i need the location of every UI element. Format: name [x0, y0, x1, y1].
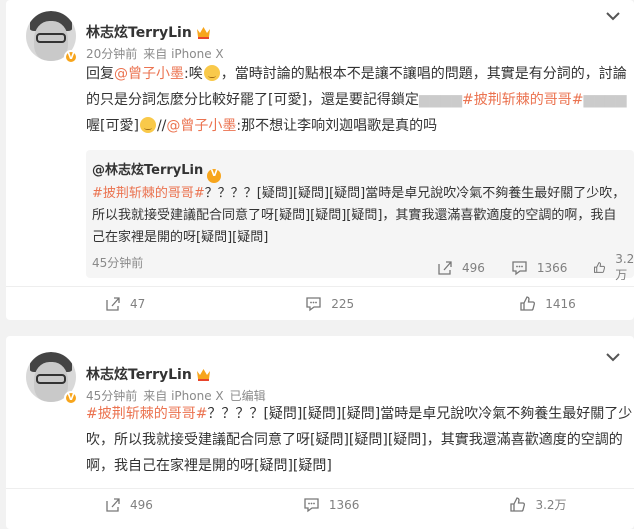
post-meta: 20分钟前 来自 iPhone X	[86, 45, 224, 62]
repost-button[interactable]: 496	[436, 259, 485, 276]
share-icon	[106, 498, 120, 512]
author-name[interactable]: 林志炫TerryLin	[86, 22, 211, 42]
crown-icon	[196, 369, 210, 381]
chevron-down-icon[interactable]	[606, 352, 620, 362]
thumbs-up-icon	[510, 497, 526, 512]
comment-button[interactable]: 225	[305, 295, 354, 312]
share-icon	[106, 297, 120, 311]
crown-icon	[196, 27, 210, 39]
repost-button[interactable]: 496	[104, 496, 153, 513]
post-text: 回复@曾子小墨:唉 ，當時討論的點根本不是讓不讓唱的問題，其實是有分詞的，討論的只…	[86, 65, 627, 134]
blush-emoji-icon	[139, 117, 156, 133]
reposted-content[interactable]: @林志炫TerryLin V #披荆斩棘的哥哥#？？？？[疑問][疑問][疑問]當…	[86, 150, 634, 282]
sweat-smile-emoji-icon	[203, 65, 220, 81]
repost-time[interactable]: 45分钟前	[92, 254, 143, 271]
post-source: 来自 iPhone X	[143, 47, 224, 61]
thumbs-up-icon	[520, 296, 536, 311]
verified-badge-icon: V	[64, 391, 78, 405]
chevron-down-icon[interactable]	[606, 11, 620, 21]
weibo-post-card: V 林志炫TerryLin 45分钟前 来自 iPhone X 已编辑 #披荆斩棘的…	[6, 336, 634, 529]
comment-button[interactable]: 1366	[303, 496, 359, 513]
author-name[interactable]: 林志炫TerryLin	[86, 364, 211, 384]
post-time[interactable]: 20分钟前	[86, 47, 137, 61]
like-button[interactable]: 3.2万	[593, 252, 634, 283]
topic-link[interactable]: #披荆斩棘的哥哥#	[462, 92, 583, 108]
post-text: #披荆斩棘的哥哥#？？？？[疑問][疑問][疑問]當時是卓兄說吹冷氣不夠養生最好…	[86, 406, 633, 474]
repost-author[interactable]: @林志炫TerryLin	[92, 163, 203, 178]
repost-button[interactable]: 47	[104, 295, 145, 312]
mention-link[interactable]: @曾子小墨	[114, 66, 184, 82]
verified-badge-icon: V	[207, 169, 222, 183]
repost-actions: 496 1366 3.2万	[436, 252, 634, 283]
like-button[interactable]: 1416	[519, 295, 576, 312]
comment-button[interactable]: 1366	[511, 259, 567, 276]
topic-link[interactable]: #披荆斩棘的哥哥#	[86, 406, 207, 422]
comment-icon	[512, 261, 527, 276]
post-actions: 496 1366 3.2万	[104, 496, 567, 513]
verified-badge-icon: V	[64, 50, 78, 64]
comment-icon	[304, 498, 319, 513]
like-button[interactable]: 3.2万	[509, 496, 567, 513]
mention-link[interactable]: @曾子小墨	[166, 118, 236, 134]
share-icon	[438, 261, 452, 275]
post-actions: 47 225 1416	[104, 295, 576, 312]
repost-text: @林志炫TerryLin V #披荆斩棘的哥哥#？？？？[疑問][疑問][疑問]當…	[92, 163, 626, 245]
thumbs-up-icon	[594, 262, 606, 273]
weibo-post-card: V 林志炫TerryLin 20分钟前 来自 iPhone X 回复@曾子小墨:唉…	[6, 0, 634, 320]
topic-link[interactable]: #披荆斩棘的哥哥#	[92, 186, 205, 201]
comment-icon	[306, 297, 321, 312]
